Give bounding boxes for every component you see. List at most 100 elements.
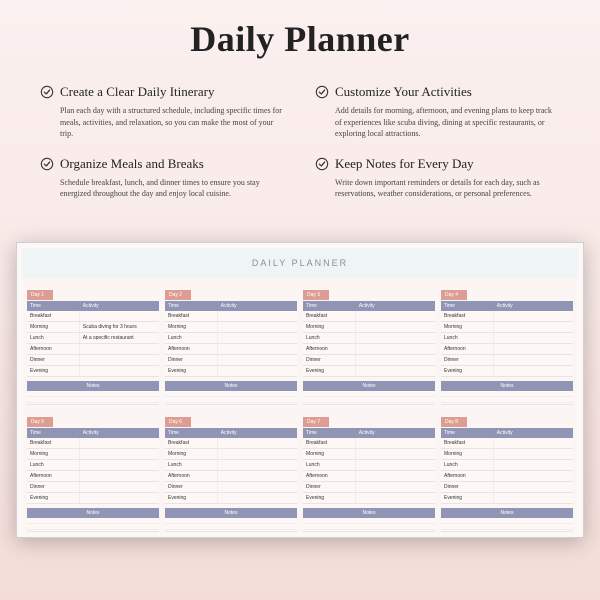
slot-time: Lunch: [303, 333, 356, 343]
day-tab: Day 3: [303, 290, 329, 300]
slot-activity: [356, 311, 435, 321]
slot-activity: [80, 311, 159, 321]
slot-activity: [80, 344, 159, 354]
planner-slot: Lunch: [441, 460, 573, 471]
planner-day: Day 2TimeActivityBreakfastMorningLunchAf…: [165, 283, 297, 405]
planner-slot: Breakfast: [27, 438, 159, 449]
feature-title: Organize Meals and Breaks: [60, 156, 204, 172]
slot-activity: [218, 460, 297, 470]
slot-activity: [80, 366, 159, 376]
feature-title: Keep Notes for Every Day: [335, 156, 474, 172]
slot-time: Dinner: [27, 355, 80, 365]
planner-slot: Breakfast: [441, 311, 573, 322]
notes-header: Notes: [303, 381, 435, 391]
slot-time: Afternoon: [441, 344, 494, 354]
slot-time: Lunch: [303, 460, 356, 470]
slot-activity: [494, 493, 573, 503]
slot-activity: [494, 482, 573, 492]
col-time-header: Time: [303, 301, 356, 311]
feature-item: Keep Notes for Every DayWrite down impor…: [315, 156, 560, 200]
planner-slot: Afternoon: [27, 471, 159, 482]
slot-activity: [80, 471, 159, 481]
slot-activity: [494, 449, 573, 459]
slot-time: Evening: [303, 366, 356, 376]
planner-slot: Breakfast: [303, 438, 435, 449]
day-header: TimeActivity: [27, 301, 159, 311]
day-tab: Day 1: [27, 290, 53, 300]
planner-slot: Dinner: [165, 482, 297, 493]
col-activity-header: Activity: [218, 301, 297, 311]
slot-activity: [356, 471, 435, 481]
planner-slot: Lunch: [441, 333, 573, 344]
col-time-header: Time: [303, 428, 356, 438]
day-tab: Day 8: [441, 417, 467, 427]
slot-activity: [218, 366, 297, 376]
slot-time: Morning: [27, 449, 80, 459]
slot-time: Evening: [165, 493, 218, 503]
slot-time: Dinner: [27, 482, 80, 492]
day-header: TimeActivity: [165, 428, 297, 438]
planner-day: Day 4TimeActivityBreakfastMorningLunchAf…: [441, 283, 573, 405]
slot-time: Afternoon: [303, 471, 356, 481]
slot-time: Breakfast: [165, 438, 218, 448]
col-activity-header: Activity: [356, 301, 435, 311]
feature-desc: Add details for morning, afternoon, and …: [315, 105, 560, 140]
notes-body: [27, 391, 159, 405]
slot-activity: [494, 333, 573, 343]
slot-time: Breakfast: [27, 438, 80, 448]
day-tab: Day 4: [441, 290, 467, 300]
slot-activity: [80, 449, 159, 459]
day-tab: Day 7: [303, 417, 329, 427]
slot-activity: [218, 355, 297, 365]
planner-days-row-1: Day 1TimeActivityBreakfastMorningScuba d…: [22, 278, 578, 405]
feature-title: Create a Clear Daily Itinerary: [60, 84, 214, 100]
slot-time: Dinner: [441, 355, 494, 365]
slot-activity: [356, 344, 435, 354]
col-time-header: Time: [165, 428, 218, 438]
slot-time: Dinner: [441, 482, 494, 492]
planner-slot: Lunch: [303, 460, 435, 471]
slot-time: Evening: [441, 493, 494, 503]
slot-time: Evening: [27, 366, 80, 376]
planner-day: Day 8TimeActivityBreakfastMorningLunchAf…: [441, 410, 573, 532]
slot-activity: [356, 322, 435, 332]
planner-slot: Lunch: [303, 333, 435, 344]
slot-time: Afternoon: [303, 344, 356, 354]
slot-time: Morning: [441, 322, 494, 332]
planner-slot: MorningScuba diving for 3 hours: [27, 322, 159, 333]
notes-body: [303, 391, 435, 405]
slot-activity: [218, 438, 297, 448]
feature-item: Create a Clear Daily ItineraryPlan each …: [40, 84, 285, 140]
slot-time: Evening: [303, 493, 356, 503]
features-grid: Create a Clear Daily ItineraryPlan each …: [40, 84, 560, 216]
slot-time: Morning: [165, 322, 218, 332]
col-activity-header: Activity: [494, 428, 573, 438]
slot-time: Afternoon: [165, 344, 218, 354]
notes-header: Notes: [303, 508, 435, 518]
notes-header: Notes: [441, 508, 573, 518]
notes-header: Notes: [27, 508, 159, 518]
col-activity-header: Activity: [218, 428, 297, 438]
col-time-header: Time: [441, 428, 494, 438]
planner-slot: Dinner: [165, 355, 297, 366]
day-header: TimeActivity: [27, 428, 159, 438]
col-time-header: Time: [165, 301, 218, 311]
slot-time: Morning: [303, 322, 356, 332]
planner-slot: Afternoon: [27, 344, 159, 355]
slot-activity: [494, 322, 573, 332]
slot-time: Afternoon: [27, 471, 80, 481]
feature-desc: Schedule breakfast, lunch, and dinner ti…: [40, 177, 285, 200]
day-header: TimeActivity: [303, 428, 435, 438]
planner-days-row-2: Day 5TimeActivityBreakfastMorningLunchAf…: [22, 405, 578, 532]
slot-time: Dinner: [303, 355, 356, 365]
slot-time: Morning: [303, 449, 356, 459]
notes-header: Notes: [165, 381, 297, 391]
slot-time: Lunch: [27, 460, 80, 470]
planner-slot: Morning: [441, 322, 573, 333]
day-tab: Day 6: [165, 417, 191, 427]
planner-day: Day 6TimeActivityBreakfastMorningLunchAf…: [165, 410, 297, 532]
slot-time: Dinner: [165, 355, 218, 365]
col-time-header: Time: [441, 301, 494, 311]
planner-slot: Evening: [27, 366, 159, 377]
slot-activity: [494, 438, 573, 448]
